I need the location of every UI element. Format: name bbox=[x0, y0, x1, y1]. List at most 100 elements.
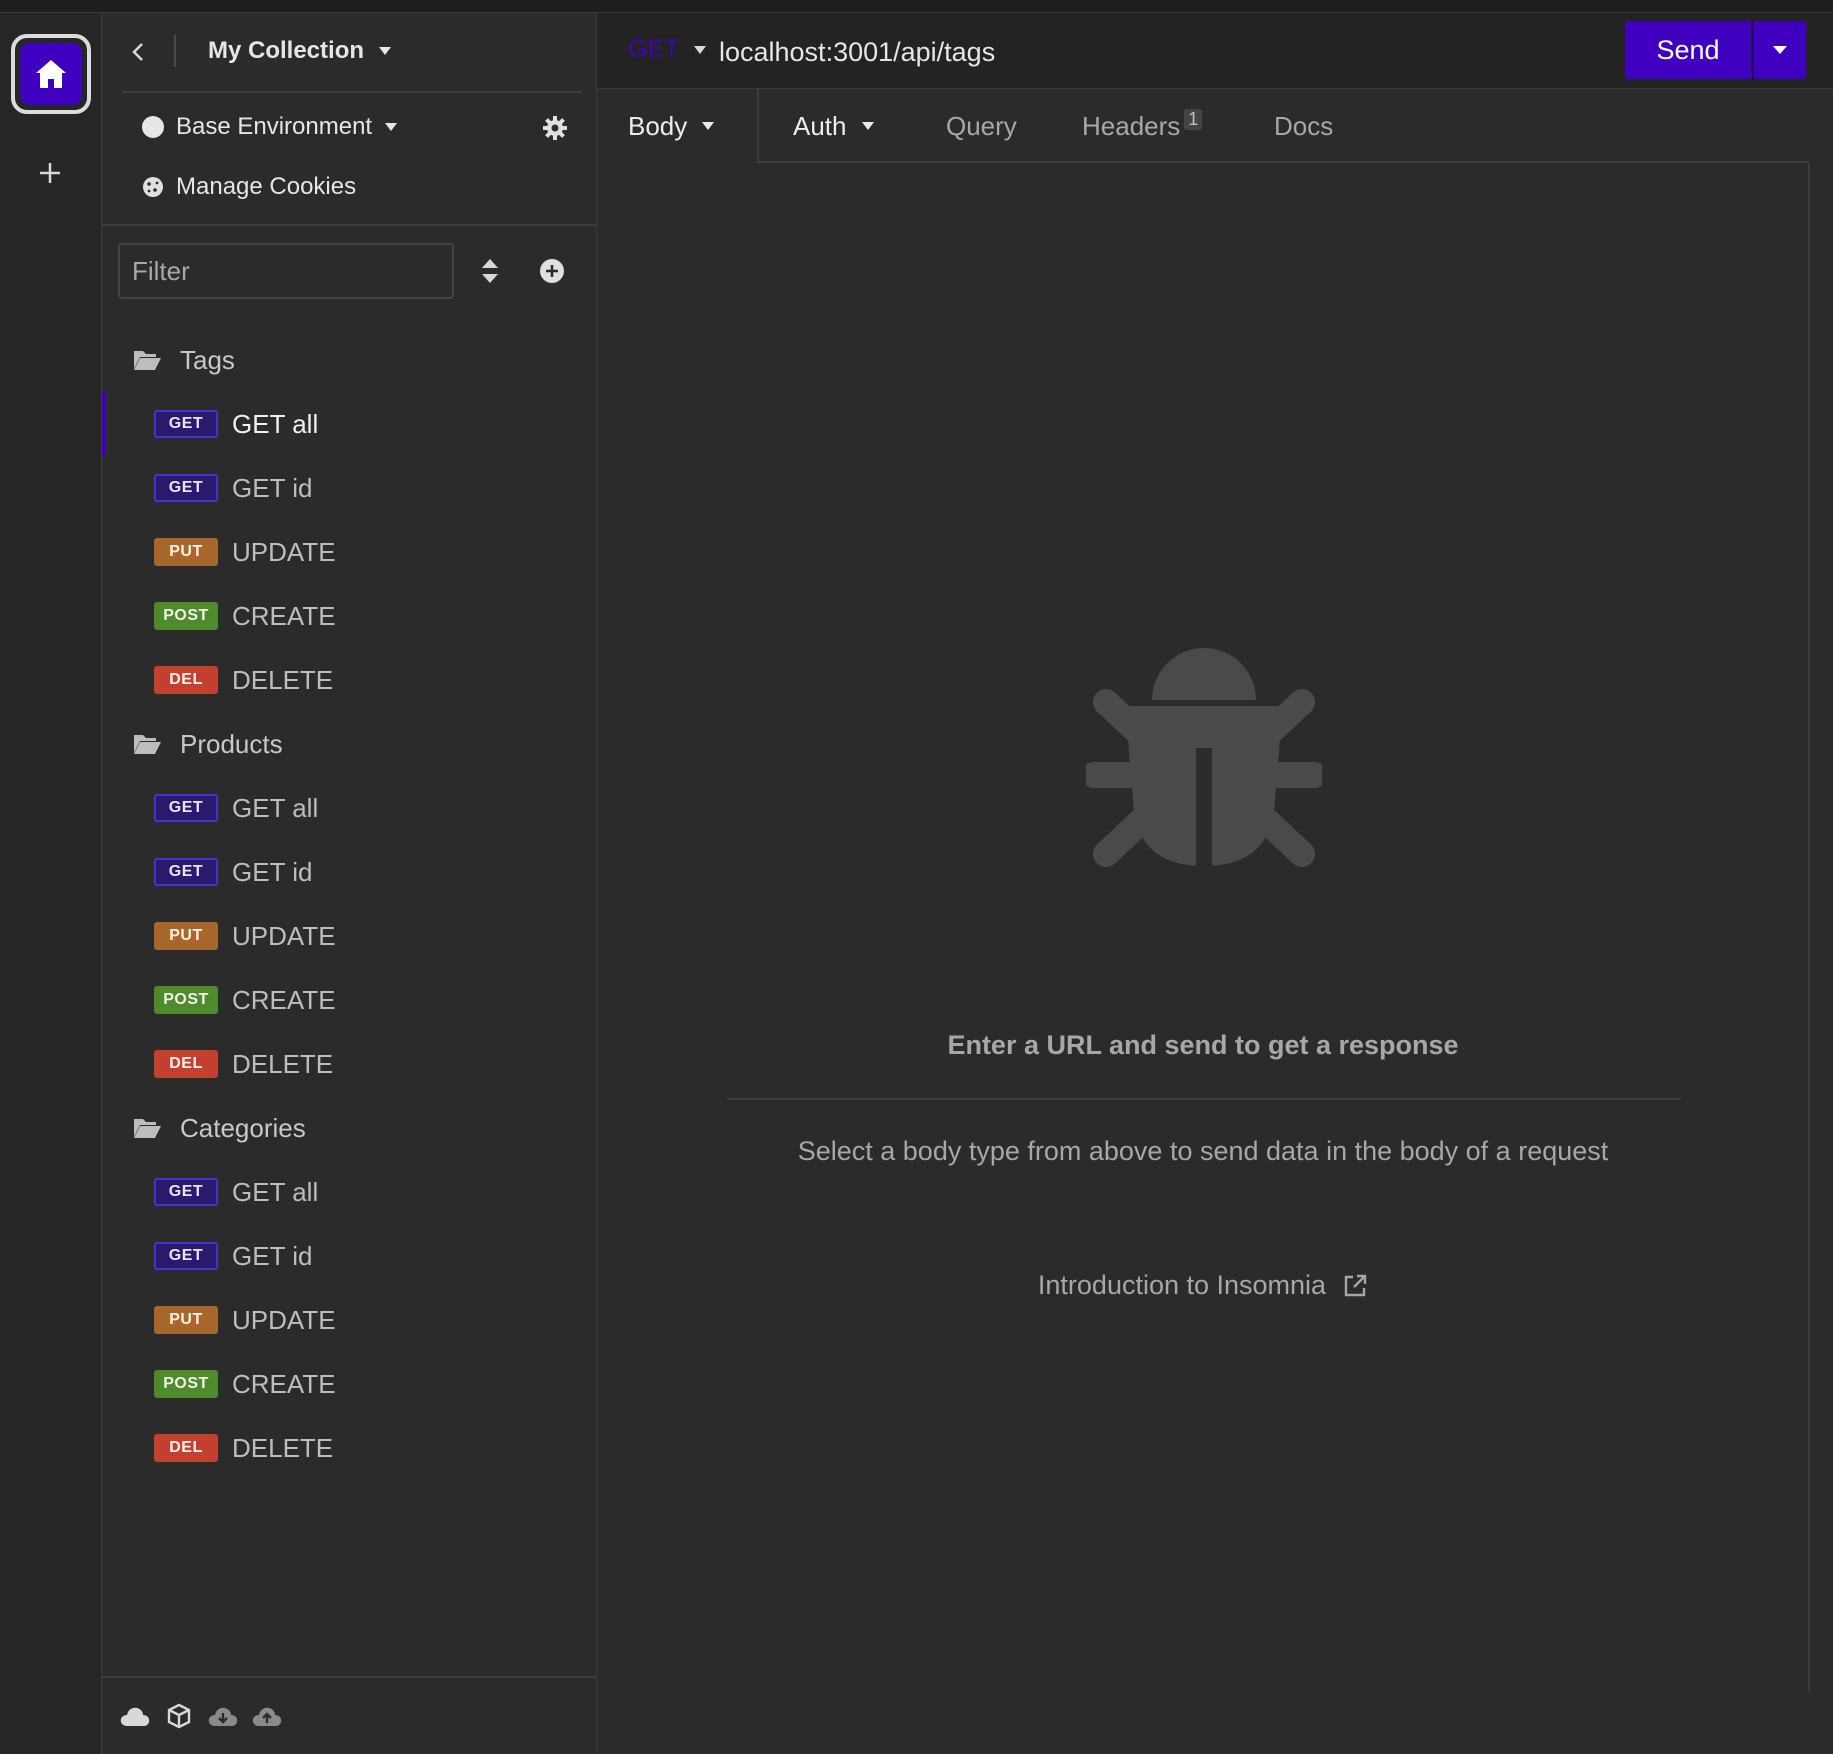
cloud-icon bbox=[120, 1707, 150, 1726]
environment-name: Base Environment bbox=[176, 113, 373, 140]
cloud-sync-button[interactable] bbox=[118, 1701, 152, 1731]
send-button[interactable]: Send bbox=[1625, 21, 1751, 79]
caret-down-icon bbox=[1773, 46, 1787, 54]
introduction-link[interactable]: Introduction to Insomnia bbox=[597, 1270, 1809, 1301]
folder-label: Products bbox=[180, 728, 283, 759]
request-item[interactable]: GET GET all bbox=[102, 776, 596, 840]
sidebar-footer bbox=[102, 1676, 596, 1754]
request-name: UPDATE bbox=[232, 920, 336, 951]
method-badge: DEL bbox=[154, 1434, 218, 1462]
request-item[interactable]: DEL DELETE bbox=[102, 1416, 596, 1480]
request-name: GET all bbox=[232, 408, 319, 439]
pull-button[interactable] bbox=[206, 1701, 240, 1731]
caret-down-icon bbox=[694, 45, 707, 54]
gear-icon bbox=[543, 116, 567, 140]
tab-body-label: Body bbox=[628, 110, 688, 141]
filter-input[interactable] bbox=[118, 243, 454, 299]
method-badge: GET bbox=[154, 858, 218, 886]
manage-cookies-button[interactable]: Manage Cookies bbox=[142, 173, 356, 201]
request-item[interactable]: PUT UPDATE bbox=[102, 520, 596, 584]
caret-down-icon bbox=[702, 122, 715, 130]
method-badge: GET bbox=[154, 794, 218, 822]
create-new-button[interactable] bbox=[538, 257, 566, 285]
request-name: CREATE bbox=[232, 1368, 336, 1399]
folder-open-icon bbox=[134, 1119, 161, 1138]
folder-categories[interactable]: Categories bbox=[102, 1096, 596, 1160]
method-dropdown[interactable]: GET bbox=[628, 35, 707, 64]
collection-dropdown[interactable]: My Collection bbox=[208, 37, 392, 65]
plus-icon bbox=[40, 163, 60, 183]
request-item[interactable]: POST CREATE bbox=[102, 1352, 596, 1416]
method-badge: GET bbox=[154, 410, 218, 438]
headers-count-badge: 1 bbox=[1184, 108, 1203, 130]
push-button[interactable] bbox=[250, 1701, 284, 1731]
method-badge: GET bbox=[154, 1178, 218, 1206]
request-name: GET all bbox=[232, 792, 319, 823]
app-rail bbox=[0, 13, 102, 1754]
tab-docs[interactable]: Docs bbox=[1274, 89, 1333, 163]
introduction-link-label: Introduction to Insomnia bbox=[1037, 1270, 1327, 1300]
method-badge: DEL bbox=[154, 666, 218, 694]
url-input[interactable] bbox=[717, 31, 1601, 73]
header-divider bbox=[174, 35, 176, 67]
method-badge: GET bbox=[154, 474, 218, 502]
request-item[interactable]: POST CREATE bbox=[102, 968, 596, 1032]
window-top-bar bbox=[0, 0, 1833, 13]
tab-auth[interactable]: Auth bbox=[793, 89, 875, 163]
divider bbox=[122, 91, 582, 93]
tab-body[interactable]: Body bbox=[628, 89, 715, 163]
request-item[interactable]: PUT UPDATE bbox=[102, 904, 596, 968]
back-button[interactable] bbox=[128, 41, 150, 63]
request-item[interactable]: GET GET all bbox=[102, 1160, 596, 1224]
method-badge: GET bbox=[154, 1242, 218, 1270]
method-badge: PUT bbox=[154, 922, 218, 950]
request-tree: Tags GET GET all GET GET id PUT UPDATE POST CREA… bbox=[102, 328, 596, 1480]
folder-label: Tags bbox=[180, 344, 235, 375]
request-item[interactable]: GET GET all bbox=[102, 392, 596, 456]
cookie-icon bbox=[143, 177, 163, 197]
empty-state-title: Enter a URL and send to get a response bbox=[947, 1030, 1459, 1060]
collection-title: My Collection bbox=[208, 37, 365, 64]
method-badge: DEL bbox=[154, 1050, 218, 1078]
method-badge: PUT bbox=[154, 1306, 218, 1334]
send-options-button[interactable] bbox=[1752, 21, 1806, 79]
request-item[interactable]: PUT UPDATE bbox=[102, 1288, 596, 1352]
folder-label: Categories bbox=[180, 1112, 306, 1143]
home-icon bbox=[20, 43, 82, 105]
environment-dropdown[interactable]: Base Environment bbox=[142, 113, 398, 141]
request-item[interactable]: GET GET id bbox=[102, 1224, 596, 1288]
method-badge: POST bbox=[154, 1370, 218, 1398]
request-item[interactable]: GET GET id bbox=[102, 456, 596, 520]
add-project-button[interactable] bbox=[30, 153, 70, 193]
folder-products[interactable]: Products bbox=[102, 712, 596, 776]
tab-docs-label: Docs bbox=[1274, 110, 1334, 141]
request-name: DELETE bbox=[232, 1432, 334, 1463]
request-name: GET id bbox=[232, 472, 313, 503]
cloud-download-icon bbox=[208, 1707, 238, 1726]
empty-state-divider bbox=[727, 1098, 1681, 1100]
pane-divider bbox=[1808, 163, 1810, 1693]
tab-query[interactable]: Query bbox=[946, 89, 1017, 163]
method-badge: POST bbox=[154, 986, 218, 1014]
request-item[interactable]: POST CREATE bbox=[102, 584, 596, 648]
git-repository-button[interactable] bbox=[162, 1701, 196, 1731]
cloud-upload-icon bbox=[252, 1707, 282, 1726]
url-bar: GET Send bbox=[597, 13, 1833, 89]
tab-divider bbox=[757, 89, 759, 163]
empty-state-subtitle: Select a body type from above to send da… bbox=[797, 1136, 1609, 1166]
tab-query-label: Query bbox=[946, 110, 1017, 141]
plus-circle-icon bbox=[540, 259, 564, 283]
folder-open-icon bbox=[134, 351, 161, 370]
home-button[interactable] bbox=[11, 34, 91, 114]
sort-button[interactable] bbox=[476, 255, 504, 287]
request-name: CREATE bbox=[232, 600, 336, 631]
request-item[interactable]: DEL DELETE bbox=[102, 648, 596, 712]
request-item[interactable]: GET GET id bbox=[102, 840, 596, 904]
request-item[interactable]: DEL DELETE bbox=[102, 1032, 596, 1096]
request-name: DELETE bbox=[232, 1048, 334, 1079]
sort-icon bbox=[482, 259, 498, 283]
folder-tags[interactable]: Tags bbox=[102, 328, 596, 392]
tab-headers-label: Headers bbox=[1082, 110, 1181, 141]
environment-settings-button[interactable] bbox=[542, 115, 568, 141]
tab-headers[interactable]: Headers 1 bbox=[1082, 89, 1203, 163]
